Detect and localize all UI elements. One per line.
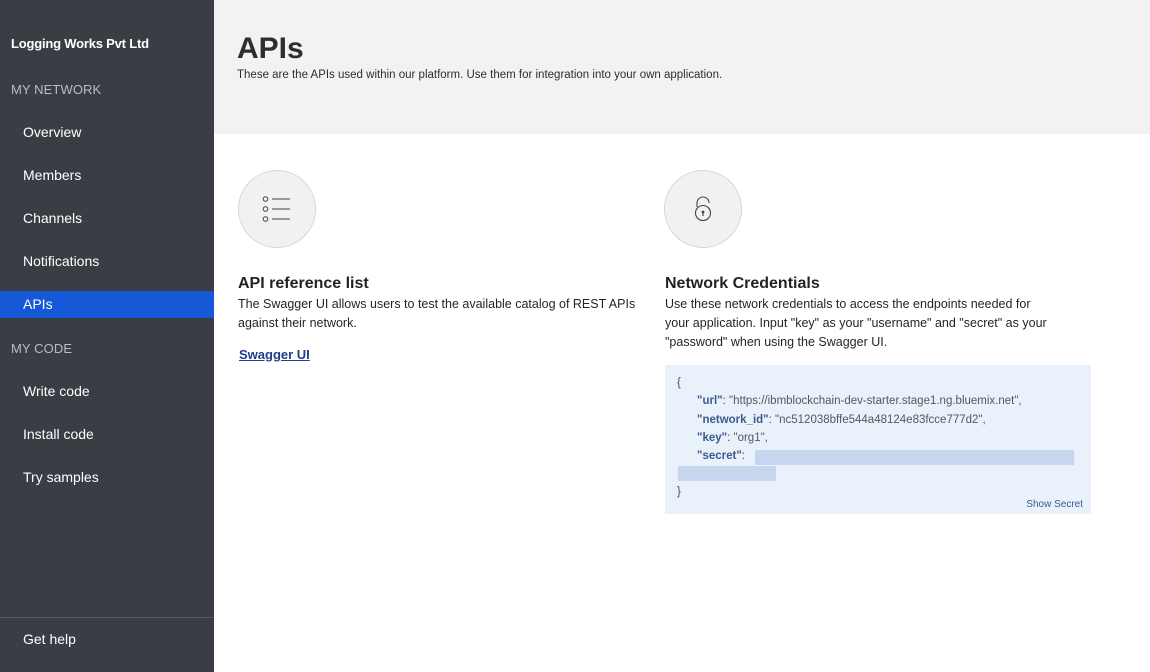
code-line-url: "url": "https://ibmblockchain-dev-starte… xyxy=(697,395,1022,407)
section-label-my-code: MY CODE xyxy=(11,341,73,356)
sidebar-item-overview[interactable]: Overview xyxy=(0,119,214,146)
section-label-my-network: MY NETWORK xyxy=(11,82,102,97)
code-colon: : xyxy=(722,395,726,407)
code-open-brace: { xyxy=(677,377,681,389)
page-header: APIs These are the APIs used within our … xyxy=(214,0,1150,134)
code-line-secret: "secret": xyxy=(697,450,745,462)
show-secret-button[interactable]: Show Secret xyxy=(1026,499,1083,510)
code-close-brace: } xyxy=(677,486,681,498)
sidebar-divider xyxy=(0,617,214,618)
sidebar-item-apis[interactable]: APIs xyxy=(0,291,214,318)
api-reference-icon-circle xyxy=(238,170,316,248)
code-value-key: "org1", xyxy=(733,432,768,444)
unlocked-padlock-icon xyxy=(694,196,712,222)
sidebar-item-install-code[interactable]: Install code xyxy=(0,421,214,448)
sidebar-item-notifications[interactable]: Notifications xyxy=(0,248,214,275)
code-key-url: "url" xyxy=(697,395,723,407)
page-subtitle: These are the APIs used within our platf… xyxy=(237,69,723,81)
network-credentials-description-line-2: your application. Input "key" as your "u… xyxy=(665,316,1047,330)
api-reference-description-line-1: The Swagger UI allows users to test the … xyxy=(238,297,636,311)
sidebar-item-write-code[interactable]: Write code xyxy=(0,378,214,405)
network-credentials-icon-circle xyxy=(664,170,742,248)
code-value-network-id: "nc512038bffe544a48124e83fcce777d2", xyxy=(775,414,986,426)
code-line-network-id: "network_id": "nc512038bffe544a48124e83f… xyxy=(697,414,986,426)
code-key-secret: "secret" xyxy=(697,450,742,462)
swagger-ui-link[interactable]: Swagger UI xyxy=(239,347,310,362)
network-credentials-description-line-3: "password" when using the Swagger UI. xyxy=(665,335,888,349)
sidebar-item-channels[interactable]: Channels xyxy=(0,205,214,232)
api-reference-title: API reference list xyxy=(238,275,369,292)
code-key-key: "key" xyxy=(697,432,728,444)
secret-mask xyxy=(755,450,1074,465)
network-credentials-title: Network Credentials xyxy=(665,275,820,292)
sidebar-item-get-help[interactable]: Get help xyxy=(0,626,214,653)
list-icon xyxy=(262,196,290,222)
org-name: Logging Works Pvt Ltd xyxy=(11,36,149,51)
code-key-network-id: "network_id" xyxy=(697,414,769,426)
sidebar-item-members[interactable]: Members xyxy=(0,162,214,189)
code-line-key: "key": "org1", xyxy=(697,432,768,444)
network-credentials-description-line-1: Use these network credentials to access … xyxy=(665,297,1031,311)
code-colon: : xyxy=(727,432,731,444)
page-title: APIs xyxy=(237,32,304,65)
code-value-url: "https://ibmblockchain-dev-starter.stage… xyxy=(729,395,1022,407)
sidebar-item-try-samples[interactable]: Try samples xyxy=(0,464,214,491)
secret-mask xyxy=(678,466,776,481)
code-colon: : xyxy=(741,450,745,462)
sidebar: Logging Works Pvt Ltd MY NETWORK Overvie… xyxy=(0,0,214,672)
code-colon: : xyxy=(768,414,772,426)
api-reference-description-line-2: against their network. xyxy=(238,316,357,330)
credentials-code-block[interactable]: { "url": "https://ibmblockchain-dev-star… xyxy=(665,365,1091,514)
